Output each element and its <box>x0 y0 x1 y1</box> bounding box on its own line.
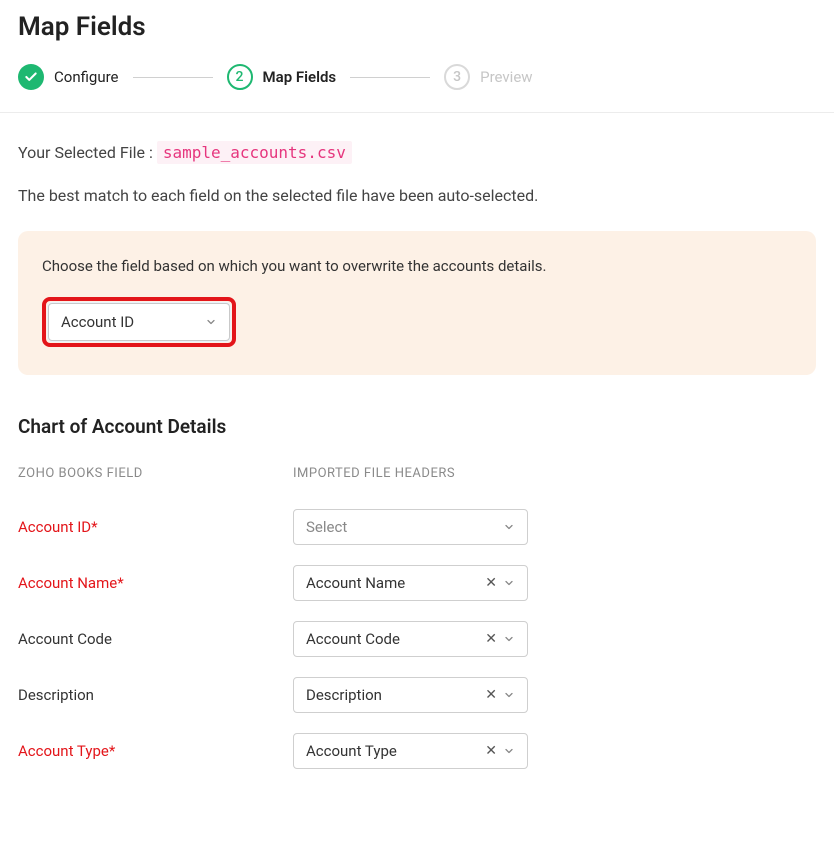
chevron-down-icon <box>503 521 515 533</box>
field-label-account-id: Account ID* <box>18 518 293 536</box>
chevron-down-icon <box>503 689 515 701</box>
section-heading-chart-of-account: Chart of Account Details <box>18 415 816 438</box>
field-label-account-name: Account Name* <box>18 574 293 592</box>
field-select-description[interactable]: Description ✕ <box>293 677 528 713</box>
clear-icon[interactable]: ✕ <box>485 575 497 591</box>
step-label-preview: Preview <box>480 68 532 86</box>
select-value: Account Code <box>306 630 400 648</box>
auto-select-help-text: The best match to each field on the sele… <box>18 186 816 205</box>
field-label-account-code: Account Code <box>18 630 293 648</box>
column-header-imported-headers: IMPORTED FILE HEADERS <box>293 466 455 481</box>
field-select-account-type[interactable]: Account Type ✕ <box>293 733 528 769</box>
field-label-description: Description <box>18 686 293 704</box>
selected-file-line: Your Selected File : sample_accounts.csv <box>18 143 816 162</box>
field-mapping-row: Account Code Account Code ✕ <box>18 621 816 657</box>
stepper: Configure 2 Map Fields 3 Preview <box>18 64 816 90</box>
mapping-table-header: ZOHO BOOKS FIELD IMPORTED FILE HEADERS <box>18 466 816 481</box>
overwrite-help-text: Choose the field based on which you want… <box>42 257 792 275</box>
step-number-icon: 2 <box>227 64 253 90</box>
select-value: Account Type <box>306 742 397 760</box>
clear-icon[interactable]: ✕ <box>485 743 497 759</box>
step-label-configure: Configure <box>54 68 119 86</box>
step-map-fields[interactable]: 2 Map Fields <box>227 64 337 90</box>
clear-icon[interactable]: ✕ <box>485 631 497 647</box>
field-mapping-row: Description Description ✕ <box>18 677 816 713</box>
overwrite-field-select[interactable]: Account ID <box>48 303 230 341</box>
chevron-down-icon <box>503 745 515 757</box>
selected-file-prefix: Your Selected File : <box>18 143 153 162</box>
step-line <box>350 77 430 78</box>
clear-icon[interactable]: ✕ <box>485 687 497 703</box>
step-label-map-fields: Map Fields <box>263 68 337 86</box>
overwrite-field-value: Account ID <box>61 313 134 331</box>
chevron-down-icon <box>205 316 217 328</box>
check-icon <box>18 64 44 90</box>
field-select-account-id[interactable]: Select <box>293 509 528 545</box>
step-line <box>133 77 213 78</box>
field-select-account-code[interactable]: Account Code ✕ <box>293 621 528 657</box>
overwrite-field-panel: Choose the field based on which you want… <box>18 231 816 375</box>
field-mapping-row: Account Type* Account Type ✕ <box>18 733 816 769</box>
step-preview: 3 Preview <box>444 64 532 90</box>
divider <box>0 112 834 113</box>
select-placeholder: Select <box>306 518 347 536</box>
step-number-icon: 3 <box>444 64 470 90</box>
field-select-account-name[interactable]: Account Name ✕ <box>293 565 528 601</box>
page-title: Map Fields <box>18 12 816 42</box>
field-label-account-type: Account Type* <box>18 742 293 760</box>
column-header-books-field: ZOHO BOOKS FIELD <box>18 466 293 481</box>
field-mapping-row: Account ID* Select <box>18 509 816 545</box>
step-configure[interactable]: Configure <box>18 64 119 90</box>
field-mapping-row: Account Name* Account Name ✕ <box>18 565 816 601</box>
select-value: Description <box>306 686 382 704</box>
chevron-down-icon <box>503 577 515 589</box>
chevron-down-icon <box>503 633 515 645</box>
select-value: Account Name <box>306 574 405 592</box>
selected-file-name: sample_accounts.csv <box>157 141 352 164</box>
overwrite-select-highlight: Account ID <box>42 297 236 347</box>
